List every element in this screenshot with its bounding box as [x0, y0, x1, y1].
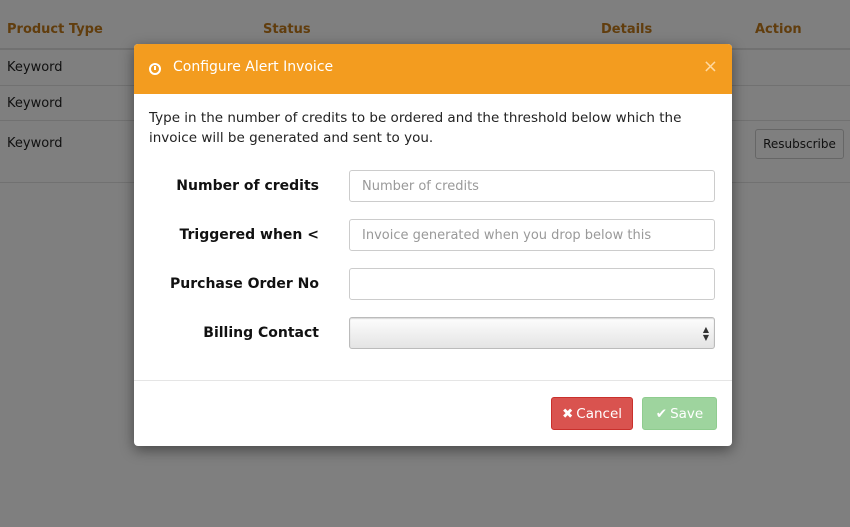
billing-label: Billing Contact — [203, 325, 319, 341]
modal-intro-text: Type in the number of credits to be orde… — [149, 110, 682, 146]
billing-contact-select[interactable]: ▲ ▼ — [349, 317, 715, 349]
modal-footer-divider — [134, 380, 732, 381]
configure-alert-invoice-dialog: Configure Alert Invoice × Type in the nu… — [134, 44, 732, 446]
times-icon: ✖ — [561, 405, 574, 422]
form-row-triggered: Triggered when < — [134, 219, 732, 253]
cancel-button[interactable]: ✖ Cancel — [551, 397, 633, 430]
check-icon: ✔ — [655, 405, 668, 422]
form-row-billing: Billing Contact ▲ ▼ — [134, 317, 732, 351]
credits-input[interactable] — [349, 170, 715, 202]
form-row-po: Purchase Order No — [134, 268, 732, 302]
credits-label: Number of credits — [176, 178, 319, 194]
select-arrows-icon: ▲ ▼ — [702, 325, 709, 342]
cancel-label: Cancel — [576, 405, 623, 422]
purchase-order-input[interactable] — [349, 268, 715, 300]
clock-icon — [149, 63, 161, 75]
save-button[interactable]: ✔ Save — [642, 397, 717, 430]
modal-header: Configure Alert Invoice × — [134, 44, 732, 94]
modal-title: Configure Alert Invoice — [173, 59, 334, 75]
close-icon[interactable]: × — [703, 57, 718, 77]
threshold-input[interactable] — [349, 219, 715, 251]
po-label: Purchase Order No — [170, 276, 319, 292]
save-label: Save — [670, 405, 704, 422]
form-row-credits: Number of credits — [134, 170, 732, 204]
triggered-label: Triggered when < — [179, 227, 319, 243]
